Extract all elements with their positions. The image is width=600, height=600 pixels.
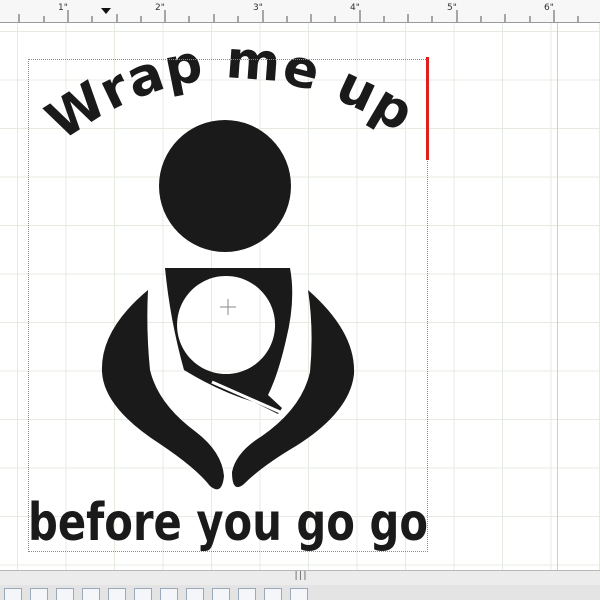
splitter-grip[interactable]: |||: [293, 571, 307, 581]
bottom-toolbar: [0, 585, 600, 600]
star-icon[interactable]: [56, 588, 74, 600]
center-crosshair: [220, 299, 236, 315]
grid-icon[interactable]: [108, 588, 126, 600]
arrows-icon[interactable]: [264, 588, 282, 600]
dots-pattern-icon[interactable]: [212, 588, 230, 600]
panel-splitter[interactable]: |||: [0, 570, 600, 586]
grid-icon[interactable]: [134, 588, 152, 600]
settings-icon[interactable]: [290, 588, 308, 600]
pen-icon[interactable]: [30, 588, 48, 600]
circle-icon[interactable]: [238, 588, 256, 600]
pattern-icon[interactable]: [186, 588, 204, 600]
new-page-icon[interactable]: [4, 588, 22, 600]
image-icon[interactable]: [82, 588, 100, 600]
grid-icon[interactable]: [160, 588, 178, 600]
